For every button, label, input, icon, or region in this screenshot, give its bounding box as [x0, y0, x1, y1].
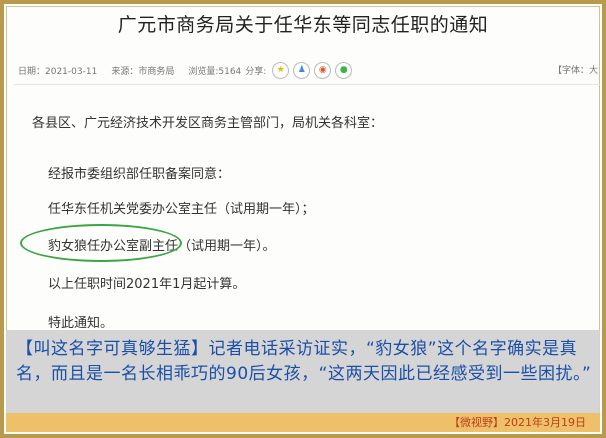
wechat-share-icon[interactable]: ● — [335, 61, 353, 79]
font-size-control[interactable]: 【字体：大 — [553, 63, 598, 76]
notice-paragraph: 任华东任机关党委办公室主任（试用期一年）； — [48, 202, 315, 217]
meta-views: 浏览量:5164 — [188, 66, 242, 77]
article-meta: 日期：2021-03-11 来源：市商务局 浏览量:5164 分享: ★ ♟ ◉… — [18, 61, 353, 79]
green-highlight-circle — [20, 224, 182, 262]
article-title: 广元市商务局关于任华东等同志任职的通知 — [117, 14, 489, 36]
notice-paragraph: 以上任职时间2021年1月起计算。 — [48, 277, 246, 292]
notice-paragraph: 经报市委组织部任职备案同意： — [48, 167, 231, 182]
meta-divider — [14, 84, 600, 85]
meta-share-label: 分享: — [245, 66, 267, 77]
notice-paragraph: 特此通知。 — [48, 316, 114, 331]
notice-salutation: 各县区、广元经济技术开发区商务主管部门，局机关各科室： — [32, 116, 384, 131]
qzone-share-icon[interactable]: ★ — [272, 61, 290, 79]
meta-source: 来源：市商务局 — [111, 66, 175, 77]
qq-share-icon[interactable]: ♟ — [293, 61, 311, 79]
news-caption: 【叫这名字可真够生猛】记者电话采访证实，“豹女狼”这个名字确实是真名，而且是一名… — [6, 330, 600, 413]
credit-bar: 【微视野】2021年3月19日 — [6, 413, 600, 432]
meta-date: 日期：2021-03-11 — [18, 66, 98, 77]
weibo-share-icon[interactable]: ◉ — [314, 61, 332, 79]
share-icons: ★ ♟ ◉ ● — [272, 61, 353, 79]
